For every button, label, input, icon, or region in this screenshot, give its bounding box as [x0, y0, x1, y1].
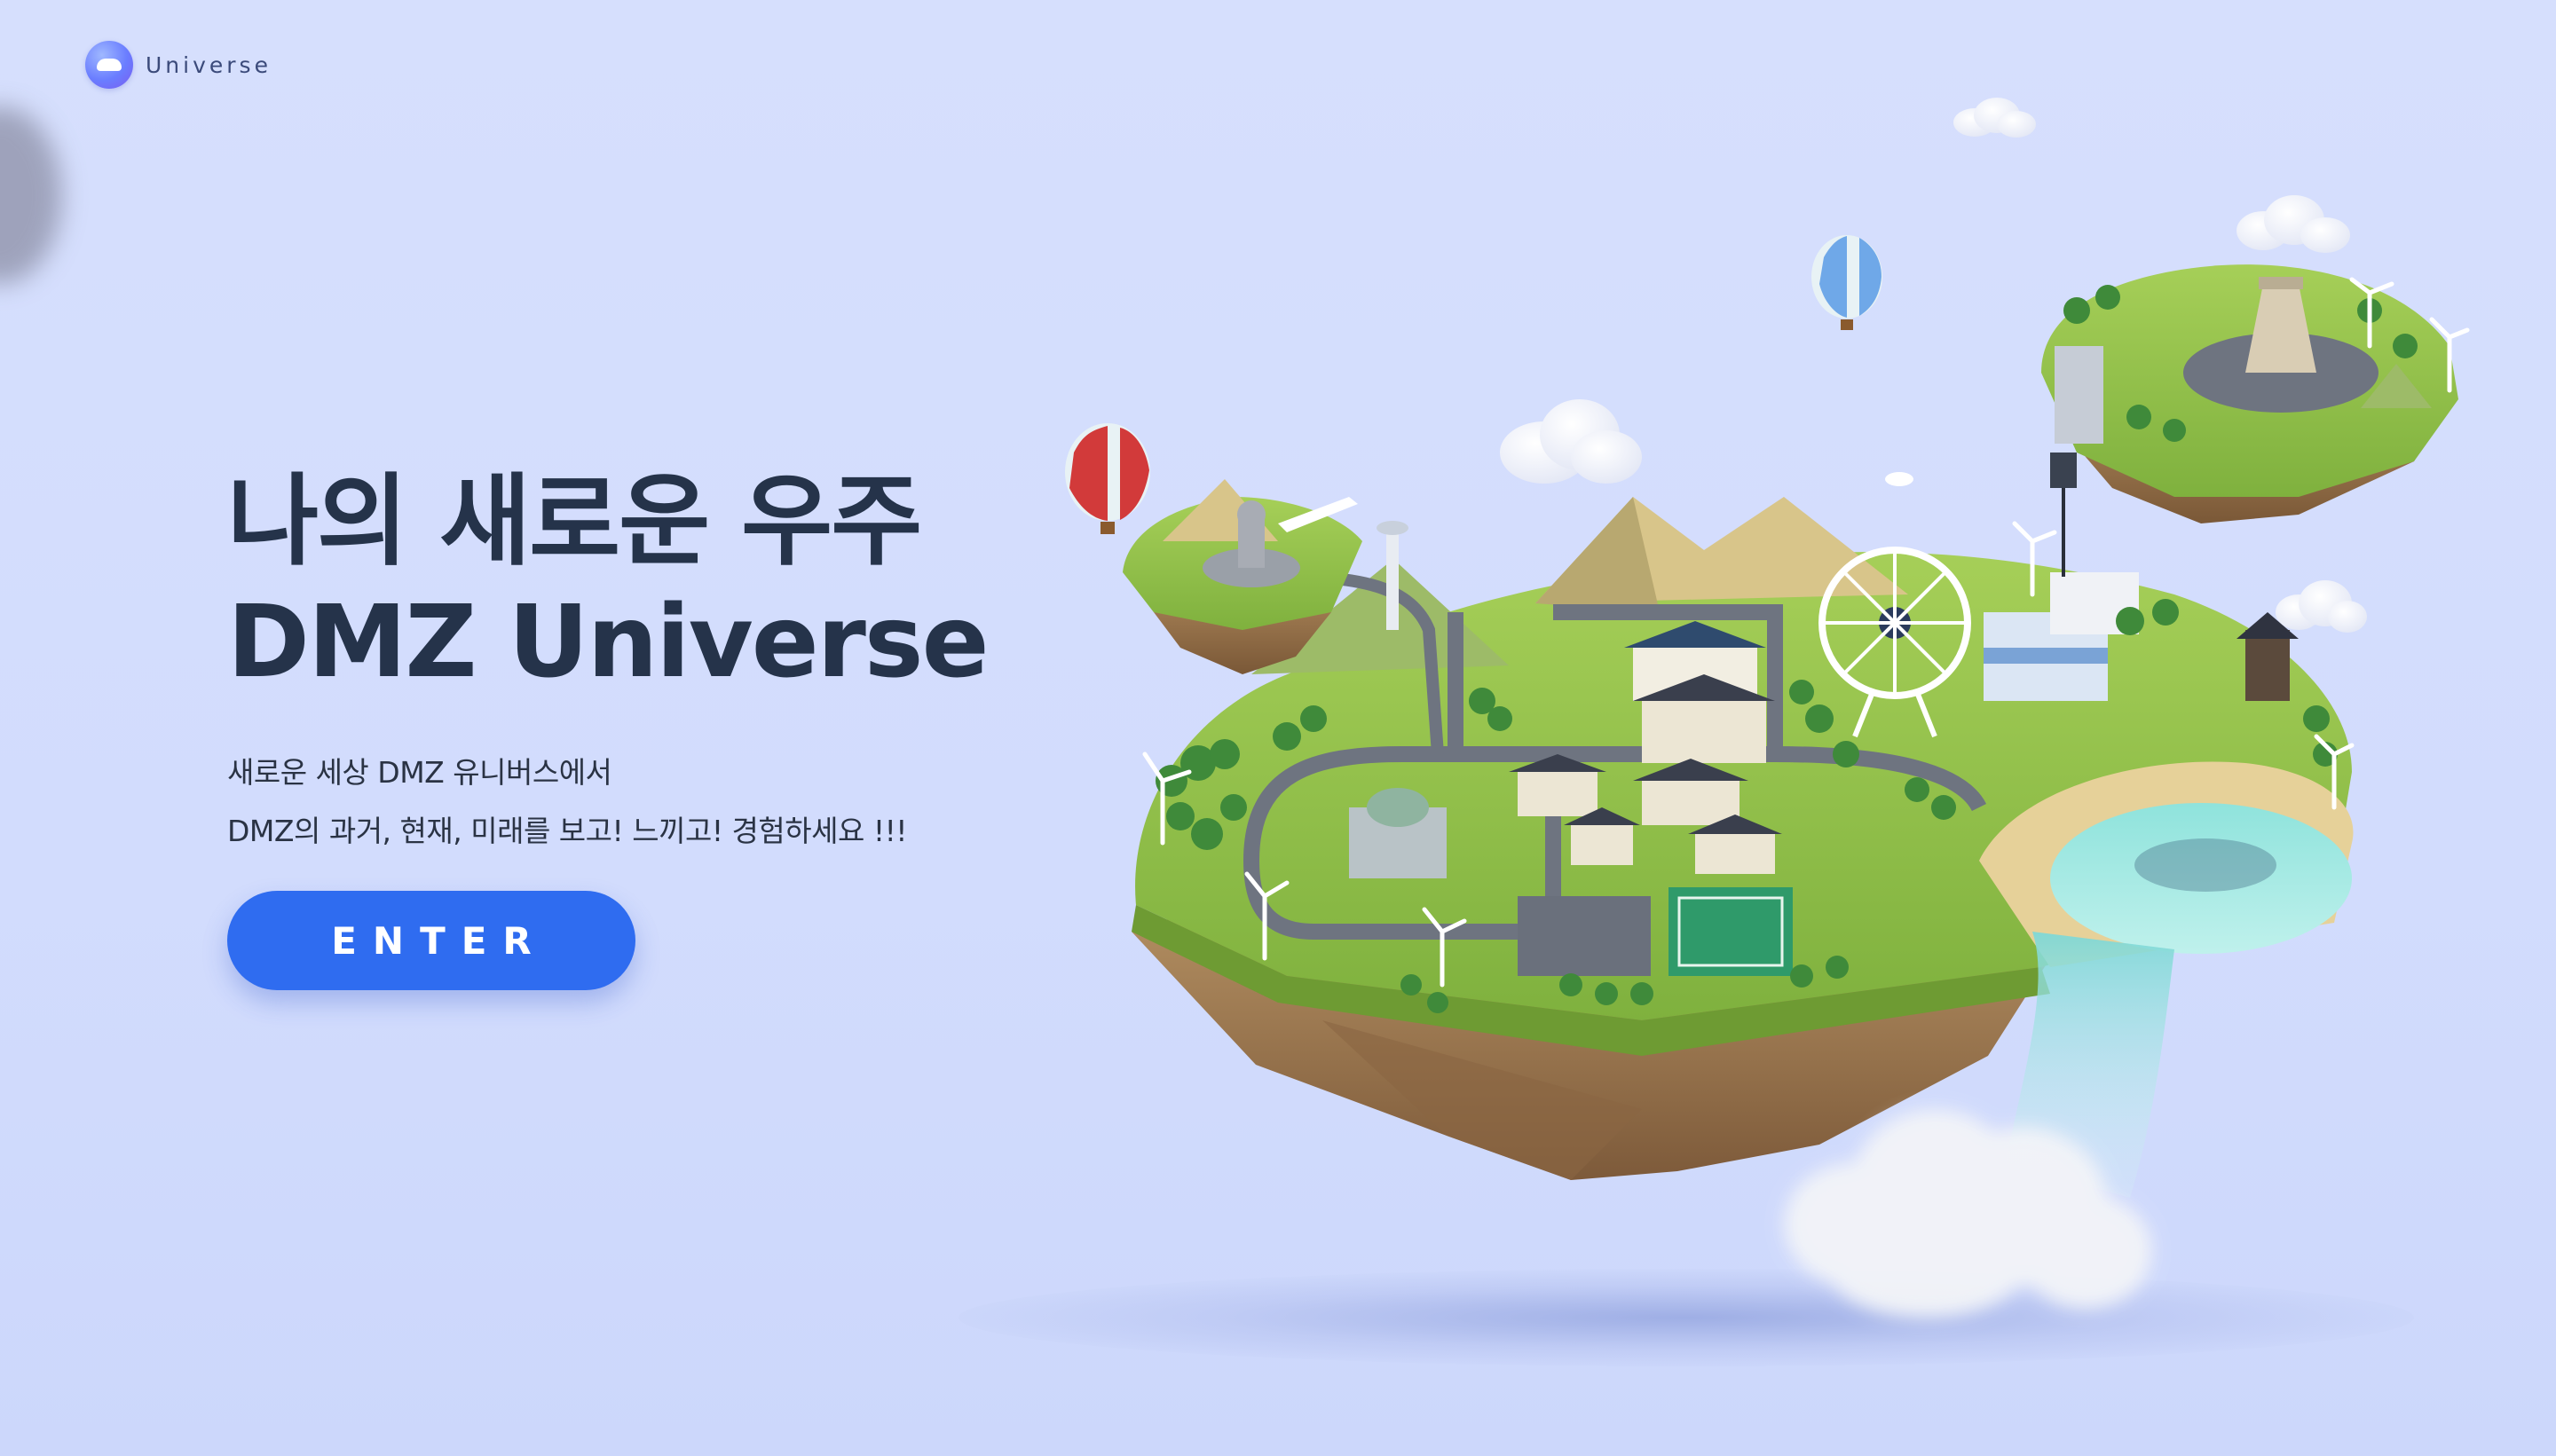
hero-title-line-1: 나의 새로운 우주 — [227, 464, 922, 579]
logo-icon — [85, 41, 133, 89]
floating-island-illustration — [1065, 98, 2470, 1318]
blurred-decoration — [0, 106, 62, 284]
hero-title-line-2: DMZ Universe — [227, 585, 990, 700]
hero-subtitle: 새로운 세상 DMZ 유니버스에서 DMZ의 과거, 현재, 미래를 보고! 느… — [227, 744, 908, 861]
hero-subtitle-line-1: 새로운 세상 DMZ 유니버스에서 — [227, 755, 612, 790]
logo-text: Universe — [146, 51, 272, 78]
logo[interactable]: Universe — [85, 41, 272, 89]
landing-page: Universe 나의 새로운 우주 DMZ Universe 새로운 세상 D… — [0, 0, 2556, 1456]
hero-title: 나의 새로운 우주 DMZ Universe — [227, 461, 990, 703]
hero-subtitle-line-2: DMZ의 과거, 현재, 미래를 보고! 느끼고! 경험하세요 !!! — [227, 814, 908, 848]
enter-button[interactable]: ENTER — [227, 891, 635, 990]
